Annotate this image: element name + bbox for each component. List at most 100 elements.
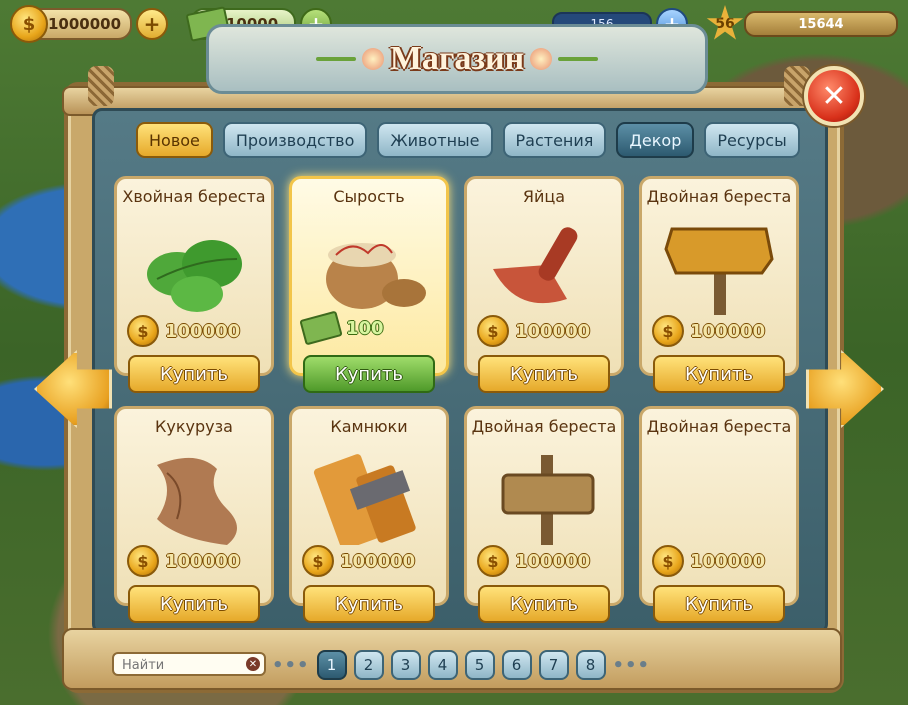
page-button-4[interactable]: 4 bbox=[427, 650, 458, 680]
category-tabs: Новое Производство Животные Растения Дек… bbox=[136, 122, 800, 158]
item-title: Двойная береста bbox=[646, 187, 792, 206]
tab-label: Новое bbox=[149, 130, 200, 150]
rope-left-icon bbox=[88, 66, 114, 106]
item-title: Двойная береста bbox=[471, 417, 617, 436]
close-button[interactable]: ✕ bbox=[804, 66, 864, 126]
page-button-6[interactable]: 6 bbox=[501, 650, 532, 680]
mint-leaves-icon bbox=[147, 240, 242, 312]
tab-new[interactable]: Новое bbox=[136, 122, 213, 158]
tab-decor[interactable]: Декор bbox=[616, 122, 695, 158]
clear-search-icon[interactable]: ✕ bbox=[246, 657, 260, 671]
trowel-icon bbox=[493, 227, 578, 304]
shop-item-card[interactable]: Камнюки $ 100000 Купить bbox=[289, 406, 449, 623]
tab-label: Ресурсы bbox=[717, 130, 787, 150]
buy-button[interactable]: Купить bbox=[128, 585, 260, 623]
shop-item-card[interactable]: Двойная береста $ 100000 Купить bbox=[639, 406, 799, 623]
tab-label: Растения bbox=[515, 130, 594, 150]
buy-button[interactable]: Купить bbox=[303, 355, 435, 393]
coin-icon: $ bbox=[10, 5, 48, 43]
search-field: ✕ bbox=[112, 652, 266, 677]
coins-counter: $ 1000000 + bbox=[10, 5, 168, 43]
price-value: 100000 bbox=[340, 550, 416, 572]
pagination: ••• 1 2 3 4 5 6 7 8 ••• bbox=[272, 650, 650, 680]
buy-button[interactable]: Купить bbox=[128, 355, 260, 393]
buy-button[interactable]: Купить bbox=[478, 355, 610, 393]
flower-left-icon bbox=[361, 48, 384, 70]
page-button-1[interactable]: 1 bbox=[316, 650, 347, 680]
item-price: $ 100000 bbox=[477, 545, 590, 577]
tab-label: Декор bbox=[629, 130, 682, 150]
item-title: Сырость bbox=[333, 187, 405, 206]
coin-icon: $ bbox=[652, 315, 684, 347]
shop-item-card[interactable]: Яйца $ 100000 Купить bbox=[464, 176, 624, 393]
page-button-7[interactable]: 7 bbox=[538, 650, 569, 680]
price-value: 100000 bbox=[690, 550, 766, 572]
pagination-ellipsis-left: ••• bbox=[272, 654, 310, 676]
level-value: 56 bbox=[715, 16, 735, 32]
wooden-gold-sign-icon bbox=[501, 455, 595, 545]
coin-icon: $ bbox=[127, 545, 159, 577]
buy-button[interactable]: Купить bbox=[303, 585, 435, 623]
price-value: 100000 bbox=[690, 320, 766, 342]
item-price: $ 100000 bbox=[127, 545, 240, 577]
item-title: Двойная береста bbox=[646, 417, 792, 436]
shop-item-card[interactable]: Двойная береста $ 100000 Купить bbox=[464, 406, 624, 623]
shop-item-card[interactable]: Кукуруза $ 100000 Купить bbox=[114, 406, 274, 623]
price-value: 100 bbox=[346, 317, 384, 339]
add-coins-button[interactable]: + bbox=[136, 8, 168, 40]
item-title: Яйца bbox=[522, 187, 566, 206]
page-button-3[interactable]: 3 bbox=[390, 650, 421, 680]
bowl-of-sprouts-icon bbox=[326, 243, 426, 309]
tab-label: Производство bbox=[235, 130, 355, 150]
flower-right-icon bbox=[530, 48, 553, 70]
price-value: 100000 bbox=[515, 320, 591, 342]
gold-sign-icon bbox=[664, 227, 774, 315]
level-counter: 56 15644 bbox=[706, 5, 898, 42]
item-price: 100 bbox=[299, 310, 384, 346]
price-value: 100000 bbox=[165, 320, 241, 342]
coin-icon: $ bbox=[477, 545, 509, 577]
price-value: 100000 bbox=[515, 550, 591, 572]
coin-icon: $ bbox=[302, 545, 334, 577]
tab-resources[interactable]: Ресурсы bbox=[704, 122, 800, 158]
level-star-icon: 56 bbox=[706, 5, 744, 40]
tab-plants[interactable]: Растения bbox=[502, 122, 607, 158]
coin-icon: $ bbox=[652, 545, 684, 577]
coins-value: 1000000 bbox=[48, 15, 122, 33]
item-price: $ 100000 bbox=[652, 315, 765, 347]
item-title: Хвойная береста bbox=[122, 187, 266, 206]
item-price: $ 100000 bbox=[302, 545, 415, 577]
page-button-2[interactable]: 2 bbox=[353, 650, 384, 680]
coin-icon: $ bbox=[127, 315, 159, 347]
tab-label: Животные bbox=[390, 130, 480, 150]
tab-animals[interactable]: Животные bbox=[377, 122, 493, 158]
close-icon: ✕ bbox=[821, 78, 847, 114]
xp-bar: 15644 bbox=[744, 11, 898, 37]
item-title: Кукуруза bbox=[155, 417, 233, 436]
shop-item-card[interactable]: Двойная береста $ 100000 Купить bbox=[639, 176, 799, 393]
vine-right-icon bbox=[558, 57, 599, 61]
tab-production[interactable]: Производство bbox=[222, 122, 368, 158]
wood-plank-icon bbox=[313, 454, 416, 545]
window-title: Магазин bbox=[389, 40, 525, 77]
xp-value: 15644 bbox=[798, 16, 844, 32]
item-title: Камнюки bbox=[330, 417, 408, 436]
coin-icon: $ bbox=[477, 315, 509, 347]
shop-item-card[interactable]: Хвойная береста $ 100000 Купить bbox=[114, 176, 274, 393]
buy-button[interactable]: Купить bbox=[653, 585, 785, 623]
item-price: $ 100000 bbox=[127, 315, 240, 347]
item-price: $ 100000 bbox=[652, 545, 765, 577]
buy-button[interactable]: Купить bbox=[653, 355, 785, 393]
bark-roll-icon bbox=[157, 457, 237, 545]
page-button-8[interactable]: 8 bbox=[575, 650, 606, 680]
vine-left-icon bbox=[315, 57, 356, 61]
price-value: 100000 bbox=[165, 550, 241, 572]
title-board: Магазин bbox=[206, 24, 708, 94]
pagination-ellipsis-right: ••• bbox=[612, 654, 651, 676]
shop-item-card[interactable]: Сырость 100 Купить bbox=[289, 176, 449, 393]
buy-button[interactable]: Купить bbox=[478, 585, 610, 623]
search-input[interactable] bbox=[120, 654, 244, 677]
cash-icon bbox=[299, 310, 343, 346]
item-price: $ 100000 bbox=[477, 315, 590, 347]
page-button-5[interactable]: 5 bbox=[464, 650, 495, 680]
